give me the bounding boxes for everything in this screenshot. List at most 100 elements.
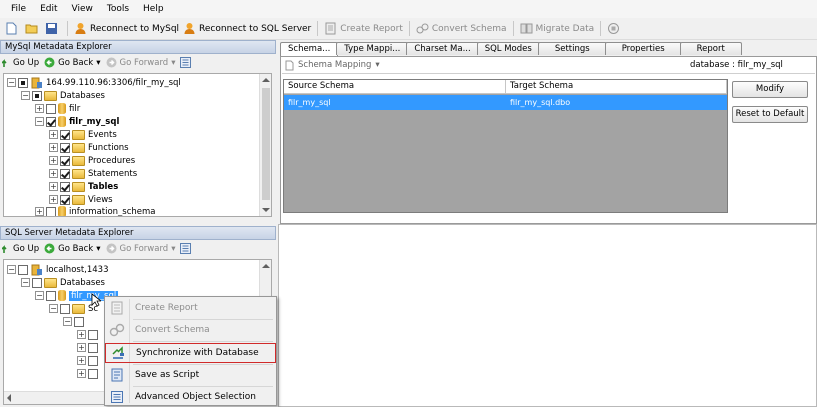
create-report-button[interactable]: Create Report <box>322 20 405 38</box>
checkbox[interactable] <box>46 290 56 301</box>
scroll-up-icon[interactable] <box>262 78 270 82</box>
tree-node-tables[interactable]: + Tables <box>49 180 118 193</box>
checkbox[interactable] <box>32 90 42 101</box>
tree-node-functions[interactable]: + Functions <box>49 141 129 154</box>
collapse-icon[interactable]: − <box>7 78 16 87</box>
tab-schema-mapping[interactable]: Schema... <box>280 42 339 56</box>
chevron-down-icon[interactable]: ▾ <box>96 244 100 254</box>
scroll-left-icon[interactable] <box>7 394 11 402</box>
column-header-source[interactable]: Source Schema <box>284 80 506 94</box>
schema-mapping-grid[interactable]: Source Schema Target Schema filr_my_sql … <box>283 79 728 213</box>
expand-icon[interactable]: + <box>77 343 86 352</box>
checkbox[interactable] <box>46 116 56 127</box>
sqlserver-go-back-button[interactable]: Go Back ▾ <box>44 243 101 254</box>
tab-sql-modes[interactable]: SQL Modes <box>476 42 540 55</box>
tree-node-child[interactable]: + <box>77 367 100 380</box>
tree-node-procedures[interactable]: + Procedures <box>49 154 135 167</box>
tree-node-child[interactable]: + <box>77 341 100 354</box>
chevron-down-icon[interactable]: ▾ <box>171 58 175 68</box>
mysql-tree-scrollbar[interactable] <box>259 74 271 216</box>
convert-schema-button[interactable]: Convert Schema <box>414 20 509 38</box>
schema-mapping-header[interactable]: Schema Mapping ▾ <box>284 58 380 72</box>
checkbox[interactable] <box>74 316 84 327</box>
tree-node-events[interactable]: + Events <box>49 128 117 141</box>
collapse-icon[interactable]: − <box>63 317 72 326</box>
checkbox[interactable] <box>60 142 70 153</box>
collapse-icon[interactable]: − <box>35 291 44 300</box>
checkbox[interactable] <box>32 277 42 288</box>
stop-button[interactable] <box>605 20 625 38</box>
tab-report[interactable]: Report <box>679 42 742 55</box>
tree-node-databases[interactable]: − Databases <box>21 276 105 289</box>
expand-icon[interactable]: + <box>49 130 58 139</box>
menu-item-synchronize-with-database[interactable]: Synchronize with Database <box>105 343 276 363</box>
tree-node-mysql-server[interactable]: − 164.99.110.96:3306/filr_my_sql <box>7 76 181 89</box>
checkbox[interactable] <box>88 342 98 353</box>
expand-icon[interactable]: + <box>49 169 58 178</box>
expand-icon[interactable]: + <box>49 143 58 152</box>
menu-item-convert-schema[interactable]: Convert Schema <box>105 320 276 340</box>
checkbox[interactable] <box>46 103 56 114</box>
expand-icon[interactable]: + <box>77 369 86 378</box>
collapse-icon[interactable]: − <box>21 278 30 287</box>
expand-icon[interactable]: + <box>49 195 58 204</box>
checkbox[interactable] <box>60 155 70 166</box>
reset-to-default-button[interactable]: Reset to Default <box>732 106 808 123</box>
reconnect-sqlserver-button[interactable]: Reconnect to SQL Server <box>181 20 313 38</box>
collapse-icon[interactable]: − <box>49 304 58 313</box>
menu-file[interactable]: File <box>11 4 26 14</box>
menu-edit[interactable]: Edit <box>40 4 57 14</box>
sqlserver-filter-button[interactable] <box>180 243 194 254</box>
tree-node-databases[interactable]: − Databases <box>21 89 105 102</box>
tree-node-child[interactable]: + <box>77 354 100 367</box>
menu-item-save-as-script[interactable]: Save as Script <box>105 365 276 385</box>
scroll-up-icon[interactable] <box>262 264 270 268</box>
table-row-source-cell[interactable]: filr_my_sql <box>284 95 506 110</box>
modify-button[interactable]: Modify <box>732 81 808 98</box>
checkbox[interactable] <box>60 168 70 179</box>
expand-icon[interactable]: + <box>35 104 44 113</box>
mysql-go-back-button[interactable]: Go Back ▾ <box>44 57 101 68</box>
tree-node-statements[interactable]: + Statements <box>49 167 137 180</box>
tree-node-db-filr-my-sql[interactable]: − filr_my_sql <box>35 115 119 128</box>
menu-view[interactable]: View <box>72 4 93 14</box>
checkbox[interactable] <box>88 329 98 340</box>
checkbox[interactable] <box>60 303 70 314</box>
checkbox[interactable] <box>46 206 56 216</box>
migrate-data-button[interactable]: Migrate Data <box>518 20 597 38</box>
checkbox[interactable] <box>60 181 70 192</box>
new-project-button[interactable] <box>3 20 23 38</box>
expand-icon[interactable]: + <box>49 182 58 191</box>
menu-tools[interactable]: Tools <box>107 4 129 14</box>
checkbox[interactable] <box>60 129 70 140</box>
chevron-down-icon[interactable]: ▾ <box>96 58 100 68</box>
expand-icon[interactable]: + <box>77 356 86 365</box>
tab-charset-mapping[interactable]: Charset Ma... <box>406 42 479 55</box>
checkbox[interactable] <box>60 194 70 205</box>
open-project-button[interactable] <box>23 20 43 38</box>
expand-icon[interactable]: + <box>49 156 58 165</box>
collapse-icon[interactable]: − <box>35 117 44 126</box>
collapse-icon[interactable]: − <box>21 91 30 100</box>
tree-node-schema-dbo[interactable]: − <box>63 315 86 328</box>
menu-item-create-report[interactable]: Create Report <box>105 298 276 318</box>
chevron-down-icon[interactable]: ▾ <box>171 244 175 254</box>
collapse-icon[interactable]: − <box>7 265 16 274</box>
sqlserver-go-forward-button[interactable]: Go Forward ▾ <box>106 243 175 254</box>
tree-node-child[interactable]: + <box>77 328 100 341</box>
mysql-go-forward-button[interactable]: Go Forward ▾ <box>106 57 175 68</box>
mysql-go-up-button[interactable]: Go Up <box>2 58 39 68</box>
mysql-filter-button[interactable] <box>180 57 194 68</box>
scroll-down-icon[interactable] <box>262 208 270 212</box>
menu-item-advanced-object-selection[interactable]: Advanced Object Selection <box>105 387 276 407</box>
column-header-target[interactable]: Target Schema <box>506 80 727 94</box>
expand-icon[interactable]: + <box>35 207 44 216</box>
menu-help[interactable]: Help <box>143 4 164 14</box>
sqlserver-go-up-button[interactable]: Go Up <box>2 244 39 254</box>
checkbox[interactable] <box>88 368 98 379</box>
checkbox[interactable] <box>88 355 98 366</box>
tree-node-db-filr[interactable]: + filr <box>35 102 80 115</box>
reconnect-mysql-button[interactable]: Reconnect to MySql <box>72 20 181 38</box>
tab-settings[interactable]: Settings <box>537 42 607 55</box>
expand-icon[interactable]: + <box>77 330 86 339</box>
